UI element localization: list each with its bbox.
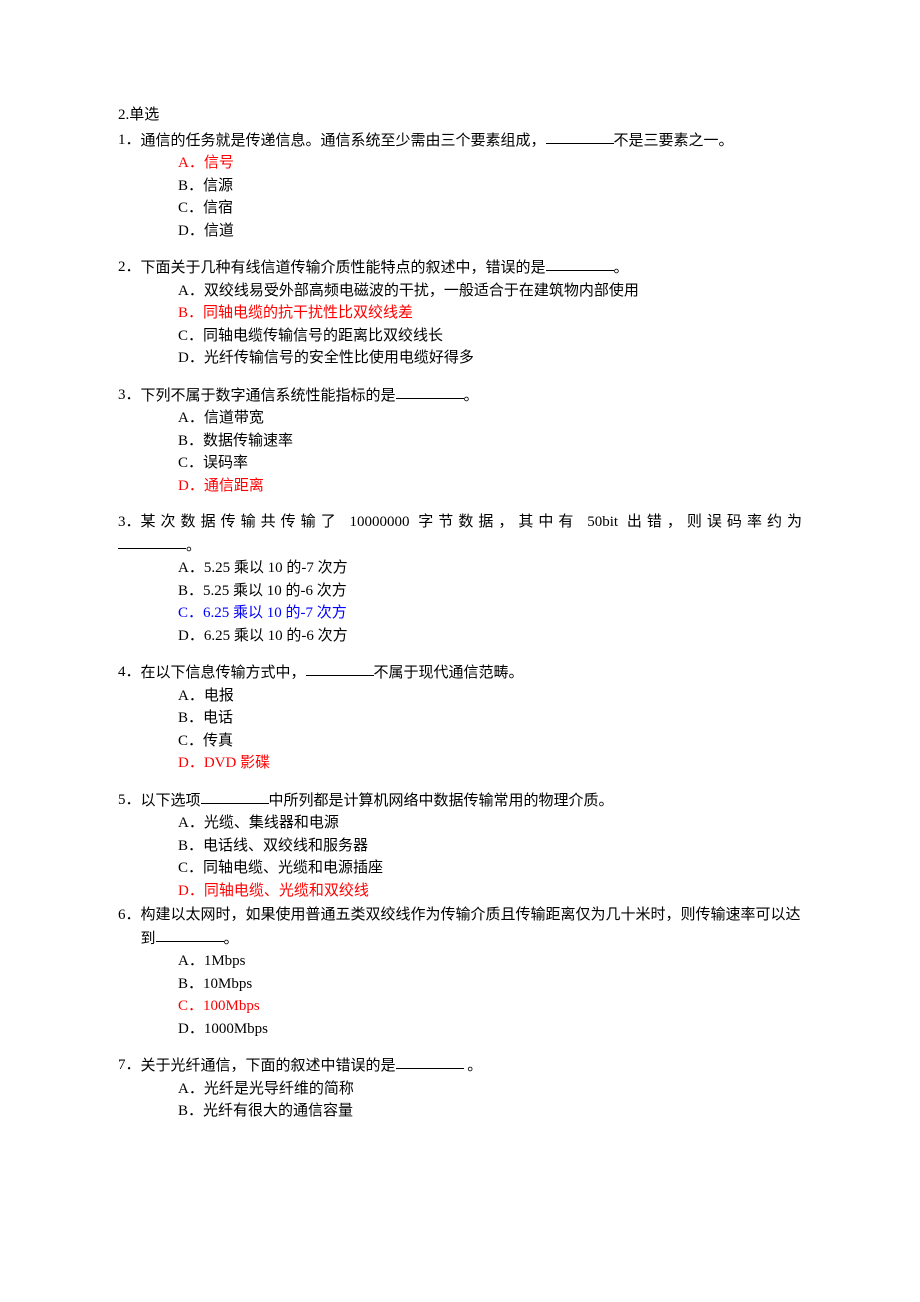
question-stem: 4． 在以下信息传输方式中，不属于现代通信范畴。 bbox=[118, 661, 802, 685]
question-text: 在以下信息传输方式中，不属于现代通信范畴。 bbox=[141, 661, 802, 685]
option-d: D．1000Mbps bbox=[118, 1018, 802, 1041]
option-a: A．光缆、集线器和电源 bbox=[118, 812, 802, 835]
question-number: 6． bbox=[118, 904, 141, 950]
question-stem: 2． 下面关于几种有线信道传输介质性能特点的叙述中，错误的是。 bbox=[118, 256, 802, 280]
option-d: D．通信距离 bbox=[118, 475, 802, 498]
option-c: C．同轴电缆、光缆和电源插座 bbox=[118, 857, 802, 880]
option-b: B．电话线、双绞线和服务器 bbox=[118, 835, 802, 858]
question-text: 构建以太网时，如果使用普通五类双绞线作为传输介质且传输距离仅为几十米时，则传输速… bbox=[141, 904, 802, 950]
option-c: C．传真 bbox=[118, 730, 802, 753]
question-number: 7． bbox=[118, 1054, 141, 1078]
option-c: C．100Mbps bbox=[118, 995, 802, 1018]
question-7: 7． 关于光纤通信，下面的叙述中错误的是 。 A．光纤是光导纤维的简称 B．光纤… bbox=[118, 1054, 802, 1123]
question-number: 5． bbox=[118, 789, 141, 813]
question-5: 5． 以下选项中所列都是计算机网络中数据传输常用的物理介质。 A．光缆、集线器和… bbox=[118, 789, 802, 903]
option-d: D．DVD 影碟 bbox=[118, 752, 802, 775]
option-a: A．1Mbps bbox=[118, 950, 802, 973]
blank bbox=[546, 128, 614, 144]
question-stem: 7． 关于光纤通信，下面的叙述中错误的是 。 bbox=[118, 1054, 802, 1078]
question-number: 3． bbox=[118, 384, 141, 408]
option-b: B．光纤有很大的通信容量 bbox=[118, 1100, 802, 1123]
question-3: 3． 下列不属于数字通信系统性能指标的是。 A．信道带宽 B．数据传输速率 C．… bbox=[118, 384, 802, 498]
question-1: 1． 通信的任务就是传递信息。通信系统至少需由三个要素组成，不是三要素之一。 A… bbox=[118, 129, 802, 243]
blank bbox=[546, 255, 614, 271]
option-d: D．光纤传输信号的安全性比使用电缆好得多 bbox=[118, 347, 802, 370]
question-stem: 3． 某次数据传输共传输了 10000000 字节数据，其中有 50bit 出错… bbox=[118, 511, 802, 534]
option-d: D．信道 bbox=[118, 220, 802, 243]
question-number: 2． bbox=[118, 256, 141, 280]
section-header: 2.单选 bbox=[118, 104, 802, 127]
question-text: 某次数据传输共传输了 10000000 字节数据，其中有 50bit 出错，则误… bbox=[141, 511, 802, 534]
option-d: D．6.25 乘以 10 的-6 次方 bbox=[118, 625, 802, 648]
blank bbox=[156, 926, 224, 942]
blank bbox=[396, 383, 464, 399]
question-text: 通信的任务就是传递信息。通信系统至少需由三个要素组成，不是三要素之一。 bbox=[141, 129, 802, 153]
question-number: 4． bbox=[118, 661, 141, 685]
blank bbox=[118, 533, 186, 549]
option-a: A．光纤是光导纤维的简称 bbox=[118, 1078, 802, 1101]
option-c: C．误码率 bbox=[118, 452, 802, 475]
option-c: C．信宿 bbox=[118, 197, 802, 220]
question-6: 6． 构建以太网时，如果使用普通五类双绞线作为传输介质且传输距离仅为几十米时，则… bbox=[118, 904, 802, 1040]
option-b: B．信源 bbox=[118, 175, 802, 198]
option-a: A．双绞线易受外部高频电磁波的干扰，一般适合于在建筑物内部使用 bbox=[118, 280, 802, 303]
option-c: C．6.25 乘以 10 的-7 次方 bbox=[118, 602, 802, 625]
blank bbox=[306, 660, 374, 676]
question-text: 下列不属于数字通信系统性能指标的是。 bbox=[141, 384, 802, 408]
option-c: C．同轴电缆传输信号的距离比双绞线长 bbox=[118, 325, 802, 348]
question-number: 3． bbox=[118, 511, 141, 534]
option-b: B．电话 bbox=[118, 707, 802, 730]
question-stem: 3． 下列不属于数字通信系统性能指标的是。 bbox=[118, 384, 802, 408]
question-text: 关于光纤通信，下面的叙述中错误的是 。 bbox=[141, 1054, 802, 1078]
blank bbox=[396, 1053, 464, 1069]
option-a: A．5.25 乘以 10 的-7 次方 bbox=[118, 557, 802, 580]
option-a: A．电报 bbox=[118, 685, 802, 708]
blank bbox=[201, 788, 269, 804]
question-text: 下面关于几种有线信道传输介质性能特点的叙述中，错误的是。 bbox=[141, 256, 802, 280]
question-4: 4． 在以下信息传输方式中，不属于现代通信范畴。 A．电报 B．电话 C．传真 … bbox=[118, 661, 802, 775]
question-number: 1． bbox=[118, 129, 141, 153]
question-stem: 6． 构建以太网时，如果使用普通五类双绞线作为传输介质且传输距离仅为几十米时，则… bbox=[118, 904, 802, 950]
option-b: B．5.25 乘以 10 的-6 次方 bbox=[118, 580, 802, 603]
option-b: B．数据传输速率 bbox=[118, 430, 802, 453]
option-b: B．10Mbps bbox=[118, 973, 802, 996]
question-2: 2． 下面关于几种有线信道传输介质性能特点的叙述中，错误的是。 A．双绞线易受外… bbox=[118, 256, 802, 370]
question-stem: 1． 通信的任务就是传递信息。通信系统至少需由三个要素组成，不是三要素之一。 bbox=[118, 129, 802, 153]
option-d: D．同轴电缆、光缆和双绞线 bbox=[118, 880, 802, 903]
option-b: B．同轴电缆的抗干扰性比双绞线差 bbox=[118, 302, 802, 325]
question-text: 以下选项中所列都是计算机网络中数据传输常用的物理介质。 bbox=[141, 789, 802, 813]
question-3b: 3． 某次数据传输共传输了 10000000 字节数据，其中有 50bit 出错… bbox=[118, 511, 802, 647]
question-stem: 5． 以下选项中所列都是计算机网络中数据传输常用的物理介质。 bbox=[118, 789, 802, 813]
option-a: A．信道带宽 bbox=[118, 407, 802, 430]
question-cont: 。 bbox=[118, 534, 802, 558]
option-a: A．信号 bbox=[118, 152, 802, 175]
